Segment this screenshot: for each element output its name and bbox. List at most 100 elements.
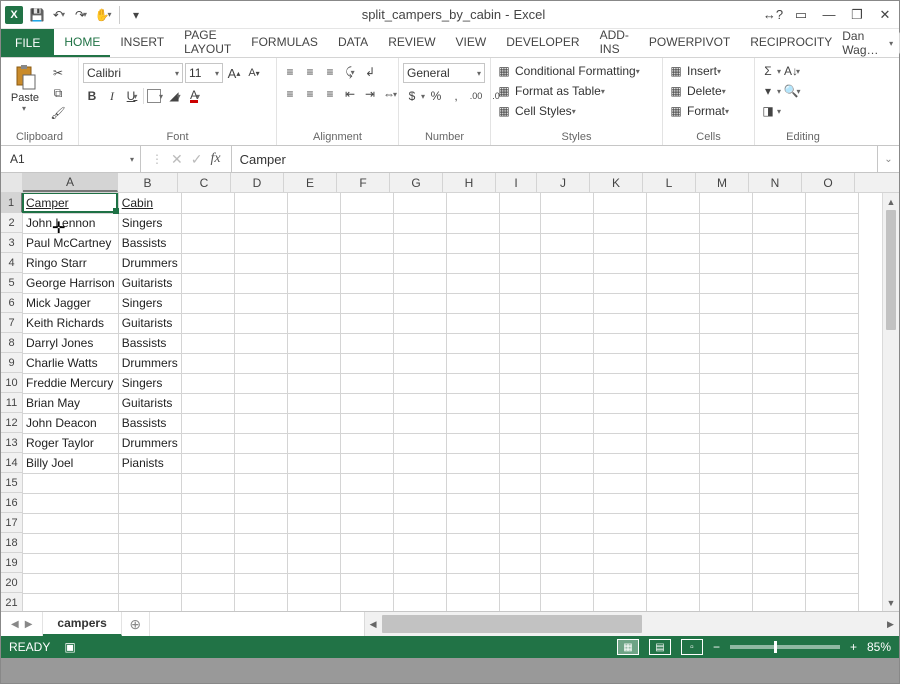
cell-M8[interactable] — [699, 333, 752, 353]
formula-input[interactable]: Camper — [232, 146, 877, 172]
sort-filter-icon[interactable]: A↓▾ — [783, 62, 801, 80]
cell-C7[interactable] — [181, 313, 234, 333]
sheet-tab-campers[interactable]: campers — [43, 612, 121, 636]
qat-customize-icon[interactable]: ▾ — [128, 7, 144, 23]
cell-J19[interactable] — [540, 553, 593, 573]
cell-F19[interactable] — [340, 553, 393, 573]
cell-I15[interactable] — [499, 473, 540, 493]
column-header-K[interactable]: K — [590, 173, 643, 192]
cell-N16[interactable] — [752, 493, 805, 513]
cell-K7[interactable] — [593, 313, 646, 333]
account-area[interactable]: Dan Wag… ▾ — [842, 29, 900, 57]
grow-font-icon[interactable]: A▴ — [225, 64, 243, 82]
formula-cancel-icon[interactable]: ⋮ — [151, 152, 163, 166]
formula-bar-expand-icon[interactable]: ⌄ — [877, 146, 899, 172]
cell-F2[interactable] — [340, 213, 393, 233]
vscroll-thumb[interactable] — [886, 210, 896, 330]
cell-B13[interactable]: Drummers — [118, 433, 181, 453]
cell-E9[interactable] — [287, 353, 340, 373]
cell-O14[interactable] — [805, 453, 858, 473]
tab-insert[interactable]: INSERT — [110, 29, 174, 57]
align-right-icon[interactable]: ≡ — [321, 85, 339, 103]
column-header-M[interactable]: M — [696, 173, 749, 192]
cell-I12[interactable] — [499, 413, 540, 433]
row-header-9[interactable]: 9 — [1, 353, 22, 373]
cell-I7[interactable] — [499, 313, 540, 333]
cell-G20[interactable] — [393, 573, 446, 593]
borders-button[interactable]: ▾ — [146, 87, 164, 105]
cell-C17[interactable] — [181, 513, 234, 533]
cell-D15[interactable] — [234, 473, 287, 493]
fill-color-button[interactable]: ◢▾ — [166, 87, 184, 105]
cell-M1[interactable] — [699, 193, 752, 213]
row-header-4[interactable]: 4 — [1, 253, 22, 273]
cell-E10[interactable] — [287, 373, 340, 393]
cell-K10[interactable] — [593, 373, 646, 393]
number-format-combo[interactable]: General▾ — [403, 63, 485, 83]
scroll-down-icon[interactable]: ▼ — [883, 594, 899, 611]
tab-powerpivot[interactable]: POWERPIVOT — [639, 29, 740, 57]
cell-I13[interactable] — [499, 433, 540, 453]
cell-H16[interactable] — [446, 493, 499, 513]
redo-icon[interactable]: ↷▾ — [73, 7, 89, 23]
cell-A1[interactable]: Camper — [23, 193, 118, 213]
cell-B20[interactable] — [118, 573, 181, 593]
row-header-2[interactable]: 2 — [1, 213, 22, 233]
cell-K14[interactable] — [593, 453, 646, 473]
cell-N8[interactable] — [752, 333, 805, 353]
cell-B15[interactable] — [118, 473, 181, 493]
cell-J21[interactable] — [540, 593, 593, 611]
ribbon-options-icon[interactable]: ▭ — [791, 5, 811, 25]
zoom-in-icon[interactable]: + — [850, 640, 857, 654]
cell-O7[interactable] — [805, 313, 858, 333]
cell-D6[interactable] — [234, 293, 287, 313]
column-header-L[interactable]: L — [643, 173, 696, 192]
cell-I16[interactable] — [499, 493, 540, 513]
cell-J4[interactable] — [540, 253, 593, 273]
cell-B21[interactable] — [118, 593, 181, 611]
cell-K8[interactable] — [593, 333, 646, 353]
cell-D17[interactable] — [234, 513, 287, 533]
row-header-21[interactable]: 21 — [1, 593, 22, 611]
cell-H2[interactable] — [446, 213, 499, 233]
cells[interactable]: CamperCabinJohn LennonSingersPaul McCart… — [23, 193, 899, 611]
cell-N3[interactable] — [752, 233, 805, 253]
cell-M3[interactable] — [699, 233, 752, 253]
cell-E15[interactable] — [287, 473, 340, 493]
cell-J1[interactable] — [540, 193, 593, 213]
cell-C21[interactable] — [181, 593, 234, 611]
cell-C2[interactable] — [181, 213, 234, 233]
cell-F5[interactable] — [340, 273, 393, 293]
column-header-A[interactable]: A — [23, 173, 118, 192]
cell-N21[interactable] — [752, 593, 805, 611]
cell-L13[interactable] — [646, 433, 699, 453]
cell-B8[interactable]: Bassists — [118, 333, 181, 353]
cell-M10[interactable] — [699, 373, 752, 393]
cell-J14[interactable] — [540, 453, 593, 473]
tab-data[interactable]: DATA — [328, 29, 378, 57]
cell-O5[interactable] — [805, 273, 858, 293]
cell-K17[interactable] — [593, 513, 646, 533]
cell-N19[interactable] — [752, 553, 805, 573]
cell-H9[interactable] — [446, 353, 499, 373]
cell-D4[interactable] — [234, 253, 287, 273]
row-header-17[interactable]: 17 — [1, 513, 22, 533]
cell-N13[interactable] — [752, 433, 805, 453]
cell-E19[interactable] — [287, 553, 340, 573]
row-header-15[interactable]: 15 — [1, 473, 22, 493]
cell-B6[interactable]: Singers — [118, 293, 181, 313]
cell-I19[interactable] — [499, 553, 540, 573]
cell-L14[interactable] — [646, 453, 699, 473]
cell-M14[interactable] — [699, 453, 752, 473]
cell-I20[interactable] — [499, 573, 540, 593]
cell-E1[interactable] — [287, 193, 340, 213]
cell-M16[interactable] — [699, 493, 752, 513]
cell-B12[interactable]: Bassists — [118, 413, 181, 433]
prev-sheet-icon[interactable]: ◀ — [11, 619, 19, 630]
cell-H5[interactable] — [446, 273, 499, 293]
cell-B3[interactable]: Bassists — [118, 233, 181, 253]
column-header-D[interactable]: D — [231, 173, 284, 192]
select-all-corner[interactable] — [1, 173, 23, 192]
row-header-12[interactable]: 12 — [1, 413, 22, 433]
cell-E6[interactable] — [287, 293, 340, 313]
